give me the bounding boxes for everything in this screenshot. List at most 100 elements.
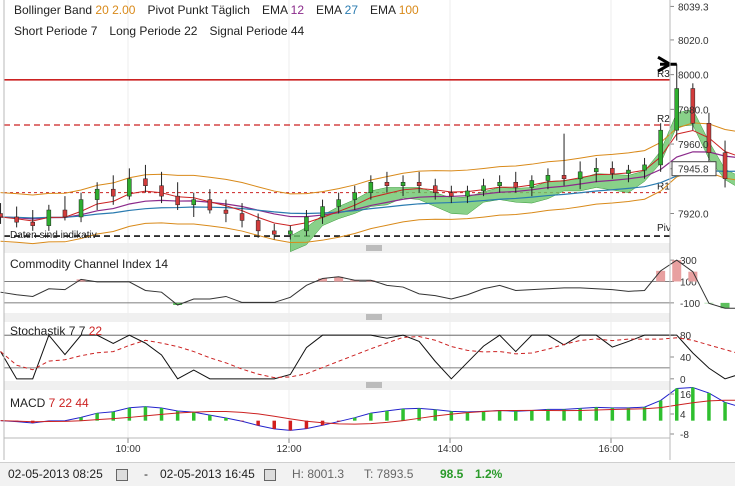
indicator-legend-row1: Bollinger Band 20 2.00 Pivot Punkt Tägli… bbox=[14, 3, 419, 17]
y-tick-label: 0 bbox=[680, 375, 686, 386]
candle-body bbox=[336, 199, 341, 207]
candle-body bbox=[416, 182, 422, 186]
candle-body bbox=[722, 152, 728, 180]
candle-body bbox=[239, 213, 245, 221]
candle-body bbox=[255, 220, 261, 232]
legend-item: 22 bbox=[181, 24, 198, 38]
legend-item: 22 bbox=[55, 396, 72, 410]
pane-divider[interactable] bbox=[4, 313, 670, 322]
pivot-label: Piv bbox=[657, 223, 671, 234]
calendar-icon[interactable] bbox=[116, 469, 128, 481]
candle-body bbox=[78, 199, 84, 218]
candle-body bbox=[642, 164, 647, 171]
candle-body bbox=[14, 216, 19, 223]
candle bbox=[658, 123, 663, 172]
legend-item: Short Periode bbox=[14, 24, 88, 38]
chart-canvas[interactable]: R3R2R1Piv 300100-100 80400 164-8 10:00 12… bbox=[0, 0, 735, 462]
range-start: 02-05-2013 08:25 bbox=[8, 467, 103, 481]
legend-item: 7 bbox=[87, 24, 97, 38]
candle-body bbox=[46, 209, 52, 226]
candle-body bbox=[304, 216, 309, 232]
candle-body bbox=[127, 178, 132, 197]
candle-body bbox=[175, 195, 180, 206]
legend-item: 7 bbox=[65, 324, 75, 338]
candle-body bbox=[561, 175, 567, 180]
legend-item: Long Periode bbox=[97, 24, 181, 38]
legend-item: 12 bbox=[287, 3, 304, 17]
legend-item: 44 bbox=[72, 396, 89, 410]
x-tick-label: 12:00 bbox=[276, 444, 301, 455]
legend-item: MACD bbox=[10, 396, 46, 410]
y-tick-label: 8000.0 bbox=[678, 71, 709, 82]
legend-item: EMA bbox=[304, 3, 342, 17]
candle-body bbox=[352, 192, 357, 200]
change-value: 98.5 bbox=[440, 467, 464, 481]
legend-item: 2.00 bbox=[109, 3, 136, 17]
candle-body bbox=[400, 182, 406, 186]
pane-divider[interactable] bbox=[4, 243, 670, 253]
candle-body bbox=[143, 178, 148, 186]
candle-body bbox=[610, 168, 615, 174]
legend-item: 22 bbox=[85, 324, 102, 338]
legend-item: Signal Periode bbox=[197, 24, 287, 38]
y-tick-label: 16 bbox=[680, 390, 692, 401]
candle-body bbox=[271, 230, 277, 235]
y-tick-label: 7945.8 bbox=[678, 165, 709, 176]
legend-item: Stochastik bbox=[10, 324, 66, 338]
range-dash: - bbox=[144, 467, 148, 481]
candle-body bbox=[207, 199, 213, 211]
candle-body bbox=[465, 190, 470, 197]
y-tick-label: 4 bbox=[680, 410, 686, 421]
y-tick-label: 7920.0 bbox=[678, 209, 709, 220]
legend-item: EMA bbox=[358, 3, 396, 17]
range-end: 02-05-2013 16:45 bbox=[160, 467, 255, 481]
candle-body bbox=[30, 221, 35, 226]
pivot-label: R2 bbox=[657, 114, 670, 125]
calendar-icon[interactable] bbox=[264, 469, 276, 481]
data-note: Daten sind indikativ bbox=[10, 230, 97, 241]
change-percent: 1.2% bbox=[475, 467, 503, 481]
candle-body bbox=[384, 182, 390, 186]
candle-body bbox=[497, 182, 502, 186]
candle-body bbox=[658, 129, 663, 166]
legend-item: 7 bbox=[75, 324, 85, 338]
legend-item: Pivot Punkt bbox=[135, 3, 208, 17]
candle-body bbox=[529, 180, 535, 188]
candle-body bbox=[159, 185, 164, 197]
legend-item: 7 bbox=[45, 396, 55, 410]
y-tick-label: 40 bbox=[680, 353, 692, 364]
legend-item: 100 bbox=[395, 3, 419, 17]
candle-body bbox=[94, 188, 100, 200]
legend-item: 20 bbox=[92, 3, 109, 17]
candle-body bbox=[626, 169, 631, 174]
candle-body bbox=[0, 213, 3, 218]
candle bbox=[0, 203, 3, 224]
high-value: H: 8001.3 bbox=[292, 467, 345, 481]
x-tick-label: 16:00 bbox=[598, 444, 623, 455]
candle-body bbox=[513, 182, 518, 188]
low-value: T: 7893.5 bbox=[364, 467, 414, 481]
y-tick-label: -100 bbox=[680, 299, 700, 310]
legend-item: 27 bbox=[341, 3, 358, 17]
legend-item: Bollinger Band bbox=[14, 3, 92, 17]
indicator-legend-row2: Short Periode 7 Long Periode 22 Signal P… bbox=[14, 24, 305, 38]
y-tick-label: 8039.3 bbox=[678, 2, 709, 13]
stochastic-label: Stochastik 7 7 22 bbox=[10, 324, 102, 338]
candle-body bbox=[368, 182, 374, 193]
candle-body bbox=[288, 230, 293, 235]
y-tick-label: 300 bbox=[680, 256, 697, 267]
y-tick-label: -8 bbox=[680, 430, 689, 441]
x-tick-label: 10:00 bbox=[115, 444, 140, 455]
macd-label: MACD 7 22 44 bbox=[10, 396, 89, 410]
pane-divider[interactable] bbox=[4, 381, 670, 390]
cci-label: Commodity Channel Index 14 bbox=[10, 257, 168, 271]
candle-body bbox=[110, 188, 116, 197]
status-bar: 02-05-2013 08:25 - 02-05-2013 16:45 H: 8… bbox=[0, 462, 735, 486]
candle-body bbox=[593, 168, 599, 173]
y-tick-label: 7960.0 bbox=[678, 140, 709, 151]
candle-body bbox=[320, 206, 325, 218]
candle-body bbox=[481, 185, 486, 192]
candle-body bbox=[223, 209, 229, 214]
y-tick-label: 8020.0 bbox=[678, 36, 709, 47]
legend-item: 44 bbox=[288, 24, 305, 38]
